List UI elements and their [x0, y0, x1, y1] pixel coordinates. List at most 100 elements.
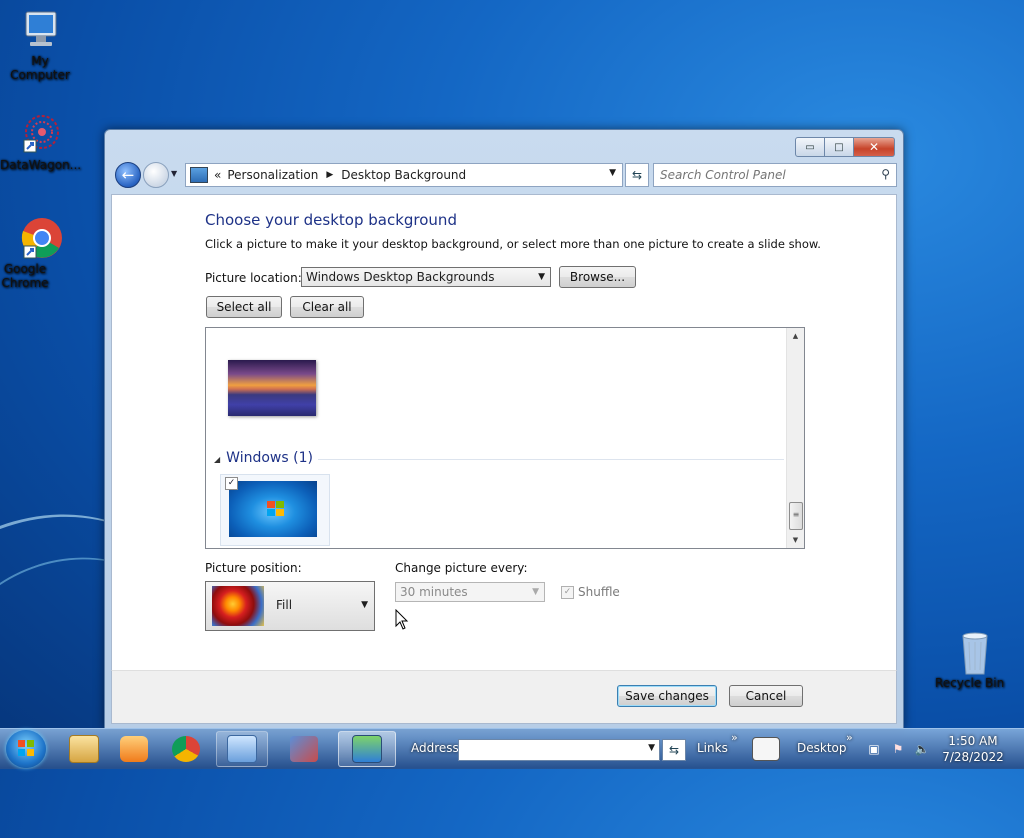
group-divider	[318, 459, 784, 460]
taskbar-media-player[interactable]	[108, 731, 160, 767]
select-all-button[interactable]: Select all	[206, 296, 282, 318]
picture-location-label: Picture location:	[205, 271, 302, 285]
refresh-button[interactable]: ⇆	[625, 163, 649, 187]
computer-icon	[18, 8, 62, 52]
taskbar: Address ▼ ⇆ Links » Desktop » ▣ ⚑ 🔈 1:50…	[0, 728, 1024, 769]
page-description: Click a picture to make it your desktop …	[205, 237, 821, 251]
minimize-button[interactable]: ▭	[795, 137, 825, 157]
breadcrumb-overflow-chevron[interactable]: «	[214, 168, 221, 182]
desktop-icon-my-computer[interactable]: My Computer	[0, 8, 80, 82]
desktop-icon-label: DataWagon...	[0, 158, 82, 172]
action-center-tray-icon[interactable]: ⚑	[890, 741, 906, 757]
chevron-down-icon: ▼	[361, 600, 368, 610]
save-changes-button[interactable]: Save changes	[617, 685, 717, 707]
address-bar[interactable]: « Personalization ▶ Desktop Background ▼	[185, 163, 623, 187]
scrollbar-thumb[interactable]: ≡	[789, 502, 803, 530]
search-input[interactable]	[654, 167, 872, 183]
minimize-icon: ▭	[805, 141, 815, 153]
picture-position-select[interactable]: Fill ▼	[205, 581, 375, 631]
main-content: Choose your desktop background Click a p…	[111, 194, 897, 672]
network-tray-icon[interactable]: ▣	[866, 741, 882, 757]
position-preview-image	[212, 586, 264, 626]
desktop-background-window: ▭ □ ✕ ← ▼ « Personalization ▶ Desktop Ba…	[104, 129, 904, 729]
window-controls: ▭ □ ✕	[795, 137, 895, 157]
page-title: Choose your desktop background	[205, 211, 457, 229]
chrome-icon	[18, 216, 62, 260]
wallpaper-thumbnail-selected[interactable]: ✓	[220, 474, 330, 546]
taskbar-address-input[interactable]: ▼	[458, 739, 660, 761]
address-dropdown-icon[interactable]: ▼	[609, 168, 616, 178]
back-arrow-icon: ←	[121, 166, 135, 184]
refresh-icon: ⇆	[631, 168, 643, 182]
maximize-button[interactable]: □	[825, 137, 854, 157]
control-panel-icon	[190, 167, 208, 183]
address-go-button[interactable]: ⇆	[662, 739, 686, 761]
taskbar-control-panel[interactable]	[338, 731, 396, 767]
windows-logo-icon	[267, 501, 285, 517]
display-settings-icon	[352, 735, 382, 763]
scroll-down-icon[interactable]: ▼	[787, 532, 804, 548]
chevron-down-icon[interactable]: ▼	[648, 743, 655, 753]
desktop-overflow-chevron[interactable]: »	[846, 731, 853, 744]
desktop-icon-label: Recycle Bin	[935, 676, 1005, 690]
volume-tray-icon[interactable]: 🔈	[914, 741, 930, 757]
mouse-cursor-icon	[395, 609, 409, 630]
close-icon: ✕	[868, 140, 880, 154]
chevron-down-icon: ▼	[538, 272, 545, 282]
folder-icon	[69, 735, 99, 763]
links-toolbar-label[interactable]: Links	[697, 741, 728, 755]
taskbar-quick-launch[interactable]	[748, 731, 784, 767]
clock-time: 1:50 AM	[948, 734, 998, 748]
back-button[interactable]: ←	[115, 162, 141, 188]
cancel-button[interactable]: Cancel	[729, 685, 803, 707]
taskbar-chrome[interactable]	[160, 731, 212, 767]
breadcrumb-desktop-background[interactable]: Desktop Background	[341, 168, 466, 182]
links-overflow-chevron[interactable]: »	[731, 731, 738, 744]
windows-start-icon	[18, 740, 34, 756]
pen-tablet-icon	[752, 737, 780, 761]
desktop-icon-label: My Computer	[10, 54, 70, 82]
windows-wallpaper-image	[229, 481, 317, 537]
media-player-icon	[120, 736, 148, 762]
change-picture-label: Change picture every:	[395, 561, 528, 575]
breadcrumb-personalization[interactable]: Personalization	[227, 168, 318, 182]
scroll-up-icon[interactable]: ▲	[787, 328, 804, 344]
network-icon	[227, 735, 257, 763]
desktop-icon-recycle-bin[interactable]: Recycle Bin	[935, 630, 1015, 690]
go-icon: ⇆	[668, 743, 680, 757]
wallpaper-thumbnail[interactable]	[228, 360, 316, 416]
thumbnail-checkbox[interactable]: ✓	[225, 477, 238, 490]
recent-pages-dropdown[interactable]: ▼	[171, 169, 177, 178]
forward-button[interactable]	[143, 162, 169, 188]
gallery-group-header[interactable]: ◢ Windows (1)	[214, 450, 313, 466]
shuffle-checkbox[interactable]: ✓ Shuffle	[561, 585, 620, 599]
search-icon[interactable]: ⚲	[881, 167, 890, 181]
clock-date: 7/28/2022	[942, 750, 1004, 764]
desktop-icon-google-chrome[interactable]: Google Chrome	[0, 216, 80, 290]
recycle-bin-icon	[953, 630, 997, 675]
browse-button[interactable]: Browse...	[559, 266, 636, 288]
breadcrumb-separator-icon[interactable]: ▶	[326, 170, 333, 180]
taskbar-explorer[interactable]	[58, 731, 110, 767]
clear-all-button[interactable]: Clear all	[290, 296, 364, 318]
desktop-icon-datawagon[interactable]: DataWagon...	[0, 112, 81, 172]
gallery-scrollbar[interactable]: ▲ ≡ ▼	[786, 328, 804, 548]
close-button[interactable]: ✕	[854, 137, 895, 157]
shuffle-label: Shuffle	[578, 585, 620, 599]
picture-location-select[interactable]: Windows Desktop Backgrounds ▼	[301, 267, 551, 287]
system-clock[interactable]: 1:50 AM 7/28/2022	[940, 733, 1006, 765]
picture-position-label: Picture position:	[205, 561, 302, 575]
taskbar-network-app[interactable]	[216, 731, 268, 767]
gallery-group-title: Windows (1)	[226, 450, 313, 466]
taskbar-programs[interactable]	[278, 731, 330, 767]
change-interval-select[interactable]: 30 minutes ▼	[395, 582, 545, 602]
collapse-triangle-icon[interactable]: ◢	[214, 455, 220, 464]
datawagon-icon	[18, 112, 62, 156]
maximize-icon: □	[834, 141, 844, 153]
change-interval-value: 30 minutes	[400, 585, 468, 599]
desktop-toolbar-label[interactable]: Desktop	[797, 741, 847, 755]
start-button[interactable]	[6, 730, 46, 768]
chrome-icon	[172, 736, 200, 762]
search-box[interactable]: ⚲	[653, 163, 897, 187]
picture-position-value: Fill	[276, 598, 293, 612]
